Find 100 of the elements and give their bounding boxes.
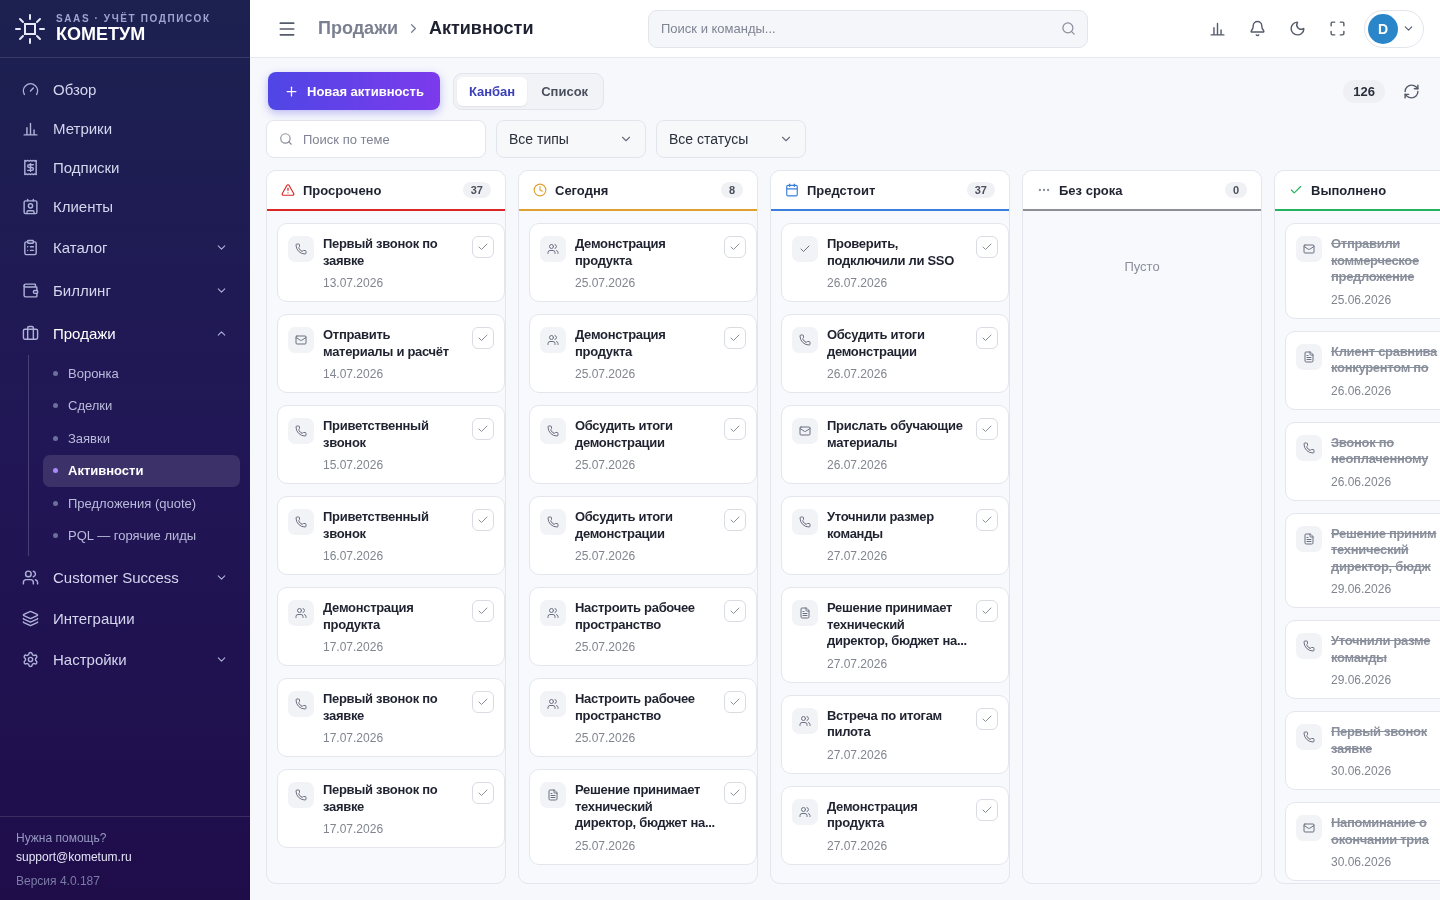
activity-card[interactable]: Обсудить итоги демонстрации 25.07.2026 <box>529 405 757 484</box>
complete-checkbox[interactable] <box>976 327 998 349</box>
complete-checkbox[interactable] <box>724 418 746 440</box>
view-tab[interactable]: Список <box>529 76 601 106</box>
new-activity-button[interactable]: Новая активность <box>268 72 440 110</box>
activity-card[interactable]: Демонстрация продукта 25.07.2026 <box>529 223 757 302</box>
column-title: Сегодня <box>555 182 610 198</box>
activity-card[interactable]: Приветственный звонок 15.07.2026 <box>277 405 505 484</box>
activity-title: Отправили коммерческое предложение <box>1331 236 1420 286</box>
check-icon <box>477 332 489 344</box>
search-field[interactable]: Поиск и команды... <box>648 9 1088 48</box>
complete-checkbox[interactable] <box>472 782 494 804</box>
mail-icon <box>1296 236 1322 262</box>
support-email-link[interactable]: support@kometum.ru <box>16 848 234 866</box>
activity-card[interactable]: Решение принимает технический директор, бюджет на... 25.07.2026 <box>529 769 757 865</box>
complete-checkbox[interactable] <box>724 509 746 531</box>
nav-item[interactable]: Метрики <box>10 109 240 148</box>
activity-title: Решение принимает технический директор, бюджет на... <box>827 600 967 650</box>
activity-card[interactable]: Напоминание о окончании триа 30.06.2026 <box>1285 802 1440 881</box>
plus-icon <box>284 83 299 99</box>
column-count: 8 <box>720 182 743 198</box>
activity-card[interactable]: Прислать обучающие материалы 26.07.2026 <box>781 405 1009 484</box>
activity-card[interactable]: Демонстрация продукта 27.07.2026 <box>781 785 1009 865</box>
filter-dropdown[interactable]: Все статусы <box>656 120 806 158</box>
activity-date: 25.06.2026 <box>1331 292 1393 307</box>
activity-card[interactable]: Демонстрация продукта 17.07.2026 <box>277 587 505 666</box>
activity-title: Первый звонок по заявке <box>323 236 439 269</box>
activity-title: Уточнили разме команды <box>1331 633 1432 666</box>
nav-subitem[interactable]: PQL — горячие лиды <box>43 519 240 552</box>
complete-checkbox[interactable] <box>472 509 494 531</box>
activity-date: 27.07.2026 <box>827 747 889 762</box>
nav-item[interactable]: Настройки <box>10 638 240 681</box>
activity-title: Звонок по неоплаченному <box>1331 434 1430 468</box>
user-menu-button[interactable]: D <box>1364 9 1424 48</box>
nav-item[interactable]: Биллинг <box>10 269 240 312</box>
activity-card[interactable]: Первый звонок по заявке 13.07.2026 <box>277 223 505 302</box>
activity-date: 29.06.2026 <box>1331 673 1393 687</box>
complete-checkbox[interactable] <box>976 600 998 622</box>
nav-subitem[interactable]: Сделки <box>43 389 240 422</box>
complete-checkbox[interactable] <box>724 236 746 258</box>
activity-card[interactable]: Настроить рабочее пространство 25.07.2026 <box>529 678 757 757</box>
activity-title: Обсудить итоги демонстрации <box>575 509 674 542</box>
activity-title: Настроить рабочее пространство <box>575 691 696 724</box>
nav-item[interactable]: Обзор <box>10 70 240 109</box>
complete-checkbox[interactable] <box>976 509 998 531</box>
activity-card[interactable]: Настроить рабочее пространство 25.07.2026 <box>529 587 757 666</box>
phone-icon <box>1296 724 1322 750</box>
nav-subitem[interactable]: Активности <box>43 454 240 487</box>
nav-item[interactable]: Интеграции <box>10 599 240 638</box>
activity-card[interactable]: Приветственный звонок 16.07.2026 <box>277 496 505 575</box>
mail-icon <box>288 327 314 353</box>
topic-search-field[interactable]: Поиск по теме <box>266 120 486 158</box>
complete-checkbox[interactable] <box>976 236 998 258</box>
activity-date: 26.06.2026 <box>1331 474 1393 489</box>
activity-card[interactable]: Встреча по итогам пилота 27.07.2026 <box>781 694 1009 774</box>
nav-item[interactable]: Customer Success <box>10 556 240 599</box>
filter-dropdown[interactable]: Все типы <box>496 120 646 158</box>
complete-checkbox[interactable] <box>976 707 998 730</box>
nav-subitem[interactable]: Заявки <box>43 422 240 455</box>
complete-checkbox[interactable] <box>472 236 494 258</box>
nav-item[interactable]: Подписки <box>10 148 240 187</box>
activity-card[interactable]: Первый звонок по заявке 17.07.2026 <box>277 769 505 848</box>
nav-subitem[interactable]: Предложения (quote) <box>43 487 240 520</box>
complete-checkbox[interactable] <box>472 600 494 622</box>
complete-checkbox[interactable] <box>724 327 746 349</box>
activity-date: 25.07.2026 <box>575 549 637 563</box>
activity-card[interactable]: Обсудить итоги демонстрации 26.07.2026 <box>781 314 1009 393</box>
activity-card[interactable]: Клиент сравнива конкурентом по 26.06.2026 <box>1285 330 1440 410</box>
nav-item[interactable]: Продажи <box>10 312 240 355</box>
complete-checkbox[interactable] <box>724 691 746 713</box>
complete-checkbox[interactable] <box>472 691 494 713</box>
complete-checkbox[interactable] <box>976 798 998 821</box>
column-title: Без срока <box>1059 182 1124 198</box>
check-icon <box>729 696 741 708</box>
nav-item[interactable]: Каталог <box>10 226 240 269</box>
activity-card[interactable]: Решение принимает технический директор, бюджет на... 27.07.2026 <box>781 587 1009 683</box>
activity-card[interactable]: Проверить, подключили ли SSO 26.07.2026 <box>781 223 1009 302</box>
complete-checkbox[interactable] <box>472 418 494 440</box>
activity-card[interactable]: Решение приним технический директор, бюдж 29.06.2026 <box>1285 512 1440 608</box>
activity-card[interactable]: Уточнили разме команды 29.06.2026 <box>1285 620 1440 699</box>
complete-checkbox[interactable] <box>472 327 494 349</box>
activity-date: 25.07.2026 <box>575 640 637 654</box>
activity-card[interactable]: Первый звонок по заявке 17.07.2026 <box>277 678 505 757</box>
nav-subitem[interactable]: Воронка <box>43 357 240 390</box>
view-tab[interactable]: Канбан <box>456 76 528 106</box>
complete-checkbox[interactable] <box>724 600 746 622</box>
complete-checkbox[interactable] <box>724 782 746 804</box>
activity-card[interactable]: Уточнили размер команды 27.07.2026 <box>781 496 1009 575</box>
breadcrumb-item[interactable]: Продажи <box>318 18 398 39</box>
activity-card[interactable]: Первый звонок заявке 30.06.2026 <box>1285 711 1440 790</box>
activity-card[interactable]: Отправить материалы и расчёт 14.07.2026 <box>277 314 505 393</box>
activity-card[interactable]: Звонок по неоплаченному 26.06.2026 <box>1285 421 1440 501</box>
check-icon <box>729 514 741 526</box>
activity-card[interactable]: Отправили коммерческое предложение 25.06.2026 <box>1285 223 1440 319</box>
nav-item[interactable]: Клиенты <box>10 187 240 226</box>
activity-card[interactable]: Демонстрация продукта 25.07.2026 <box>529 314 757 393</box>
activity-card[interactable]: Обсудить итоги демонстрации 25.07.2026 <box>529 496 757 575</box>
brand-name: КОМЕТУМ <box>56 23 146 45</box>
activity-title: Первый звонок по заявке <box>323 691 439 724</box>
complete-checkbox[interactable] <box>976 418 998 440</box>
